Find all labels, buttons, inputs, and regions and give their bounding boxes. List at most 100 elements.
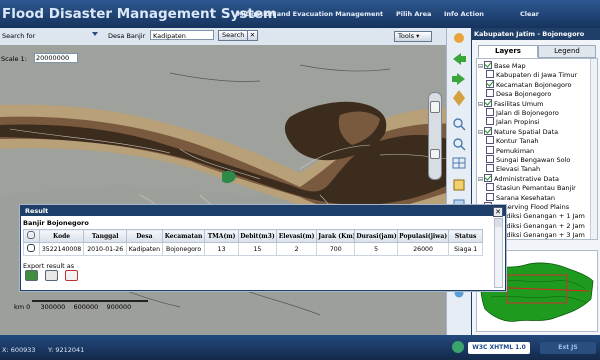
layer-group[interactable]: ⊟ Base Map <box>478 61 526 70</box>
flood-map-layer <box>0 45 470 335</box>
layer-label: Prediksi Genangan + 3 Jam <box>496 231 585 240</box>
layer-checkbox[interactable] <box>486 108 494 116</box>
layer-group[interactable]: ⊟ Nature Spatial Data <box>478 126 558 137</box>
app-window: Flood Disaster Management System - Mitig… <box>0 0 600 360</box>
zoom-in-icon[interactable] <box>453 118 466 131</box>
scale-bar-tick: 600000 <box>73 303 99 311</box>
table-cell: 2 <box>275 242 318 256</box>
zoom-to-feature-icon[interactable] <box>27 244 36 252</box>
table-cell: 5 <box>354 242 398 256</box>
identify-icon[interactable] <box>453 179 465 191</box>
column-header[interactable]: Jarak (Km) <box>316 229 356 243</box>
zoom-out-icon[interactable] <box>453 138 466 151</box>
layer-item[interactable]: Desa Bojonegoro <box>486 89 551 98</box>
table-cell: 2010-01-26 <box>83 242 127 256</box>
column-header[interactable]: Kode <box>38 229 85 243</box>
pan-right-icon[interactable] <box>452 73 465 85</box>
expand-toggle-icon[interactable]: ⊟ <box>478 175 483 184</box>
export-pdf-icon[interactable] <box>65 270 78 281</box>
layer-item[interactable]: Kontur Tanah <box>486 136 539 145</box>
column-header[interactable]: Kecamatan <box>161 229 206 243</box>
layer-label: Desa Banjir <box>108 32 146 40</box>
expand-toggle-icon[interactable]: ⊟ <box>478 62 483 71</box>
layer-checkbox[interactable] <box>486 192 494 201</box>
table-cell: Bojonegoro <box>161 242 206 256</box>
layer-checkbox[interactable] <box>486 164 494 173</box>
layer-checkbox[interactable] <box>486 79 494 88</box>
result-close-icon[interactable]: ✕ <box>493 207 503 217</box>
layer-checkbox[interactable] <box>484 126 493 135</box>
layer-label: Sungai Bengawan Solo <box>496 156 571 164</box>
table-body: 3522140008 2010-01-26 Kadipaten Bojonegoro 1… <box>23 242 483 256</box>
nav-info-action[interactable]: Info Action <box>444 10 484 18</box>
column-header[interactable]: Populasi(jiwa) <box>396 229 450 243</box>
table-row[interactable]: 3522140008 2010-01-26 Kadipaten Bojonegoro 1… <box>23 242 483 256</box>
layer-item[interactable]: Kecamatan Bojonegoro <box>486 79 571 89</box>
column-header[interactable]: TMA(m) <box>204 229 239 243</box>
layer-checkbox[interactable] <box>486 70 494 79</box>
column-header[interactable]: Debit(m3) <box>237 229 277 243</box>
layer-checkbox[interactable] <box>486 145 494 154</box>
layer-checkbox[interactable] <box>486 136 494 145</box>
column-header[interactable]: Tanggal <box>83 229 127 243</box>
layer-label: Fasilitas Umum <box>494 99 544 108</box>
result-scrollbar[interactable] <box>494 218 503 288</box>
pan-home-icon[interactable] <box>453 90 465 106</box>
expand-toggle-icon[interactable]: ⊟ <box>478 100 483 109</box>
pan-left-icon[interactable] <box>453 53 466 65</box>
layer-item[interactable]: Sarana Kesehatan <box>486 192 555 202</box>
column-header[interactable] <box>23 229 40 243</box>
layer-item[interactable]: Jalan di Bojonegoro <box>486 108 559 117</box>
layer-group[interactable]: ⊟ Fasilitas Umum <box>478 98 544 109</box>
zoom-slider[interactable] <box>428 92 442 180</box>
layer-label: Desa Bojonegoro <box>496 90 552 99</box>
tools-menu-button[interactable]: Tools ▾ <box>394 31 432 42</box>
tab-layers[interactable]: Layers <box>478 45 538 58</box>
layer-item[interactable]: Sungai Bengawan Solo <box>486 155 570 164</box>
tree-scrollbar[interactable] <box>590 59 597 239</box>
layer-checkbox[interactable] <box>486 183 494 192</box>
header-bar: Flood Disaster Management System - Mitig… <box>0 0 600 28</box>
column-header[interactable]: Status <box>448 229 483 243</box>
layer-label: Stasiun Pemantau Banjir <box>496 184 576 193</box>
layer-checkbox[interactable] <box>486 117 494 126</box>
nav-clear[interactable]: Clear <box>520 10 539 18</box>
layer-checkbox[interactable] <box>484 98 493 107</box>
nav-pilih-area[interactable]: Pilih Area <box>396 10 431 18</box>
map-canvas[interactable]: Scale 1: 20000000 km 0 300000 600000 900… <box>0 45 470 335</box>
layer-item[interactable]: Elevasi Tanah <box>486 164 540 173</box>
full-extent-icon[interactable] <box>452 157 466 169</box>
table-cell: 15 <box>237 242 277 256</box>
layer-checkbox[interactable] <box>484 173 493 182</box>
search-button[interactable]: Search <box>218 30 249 41</box>
search-dropdown-chevron-icon[interactable] <box>92 32 98 36</box>
column-header[interactable]: Desa <box>125 229 163 243</box>
result-dialog: Result ✕ Banjir Bojonegoro Kode Tanggal De… <box>20 205 506 291</box>
search-input[interactable]: Kadipaten <box>150 30 214 40</box>
pan-up-icon[interactable] <box>454 33 464 43</box>
expand-toggle-icon[interactable]: ⊟ <box>478 128 483 137</box>
zoom-slider-thumb[interactable] <box>430 149 440 159</box>
nav-mitigation[interactable]: - Mitigation and Evacuation Management <box>232 10 383 18</box>
export-excel-icon[interactable] <box>25 270 38 281</box>
layer-checkbox[interactable] <box>484 61 493 69</box>
layer-label: Administrative Data <box>494 174 559 183</box>
clear-search-close-icon[interactable]: ✕ <box>247 30 258 41</box>
column-header[interactable]: Durasi(jam) <box>354 229 398 243</box>
export-csv-icon[interactable] <box>45 270 58 281</box>
zoom-slider-thumb[interactable] <box>430 101 440 113</box>
layer-group[interactable]: ⊟ Administrative Data <box>478 173 559 184</box>
layer-item[interactable]: Jalan Propinsi <box>486 117 539 126</box>
layer-checkbox[interactable] <box>486 155 494 163</box>
scale-input[interactable]: 20000000 <box>34 53 78 63</box>
result-dialog-header: Result <box>21 206 505 216</box>
tab-legend[interactable]: Legend <box>538 45 596 58</box>
layer-item[interactable]: Pemukiman <box>486 145 534 155</box>
layer-label: Kontur Tanah <box>496 137 539 146</box>
column-header[interactable]: Elevasi(m) <box>275 229 318 243</box>
layer-label: Prediksi Genangan + 2 Jam <box>496 221 585 230</box>
layer-item[interactable]: Kabupaten di Jawa Timur <box>486 70 577 79</box>
layer-checkbox[interactable] <box>486 89 494 98</box>
scale-bar: km 0 300000 600000 900000 <box>14 300 148 311</box>
layer-item[interactable]: Stasiun Pemantau Banjir <box>486 183 576 192</box>
